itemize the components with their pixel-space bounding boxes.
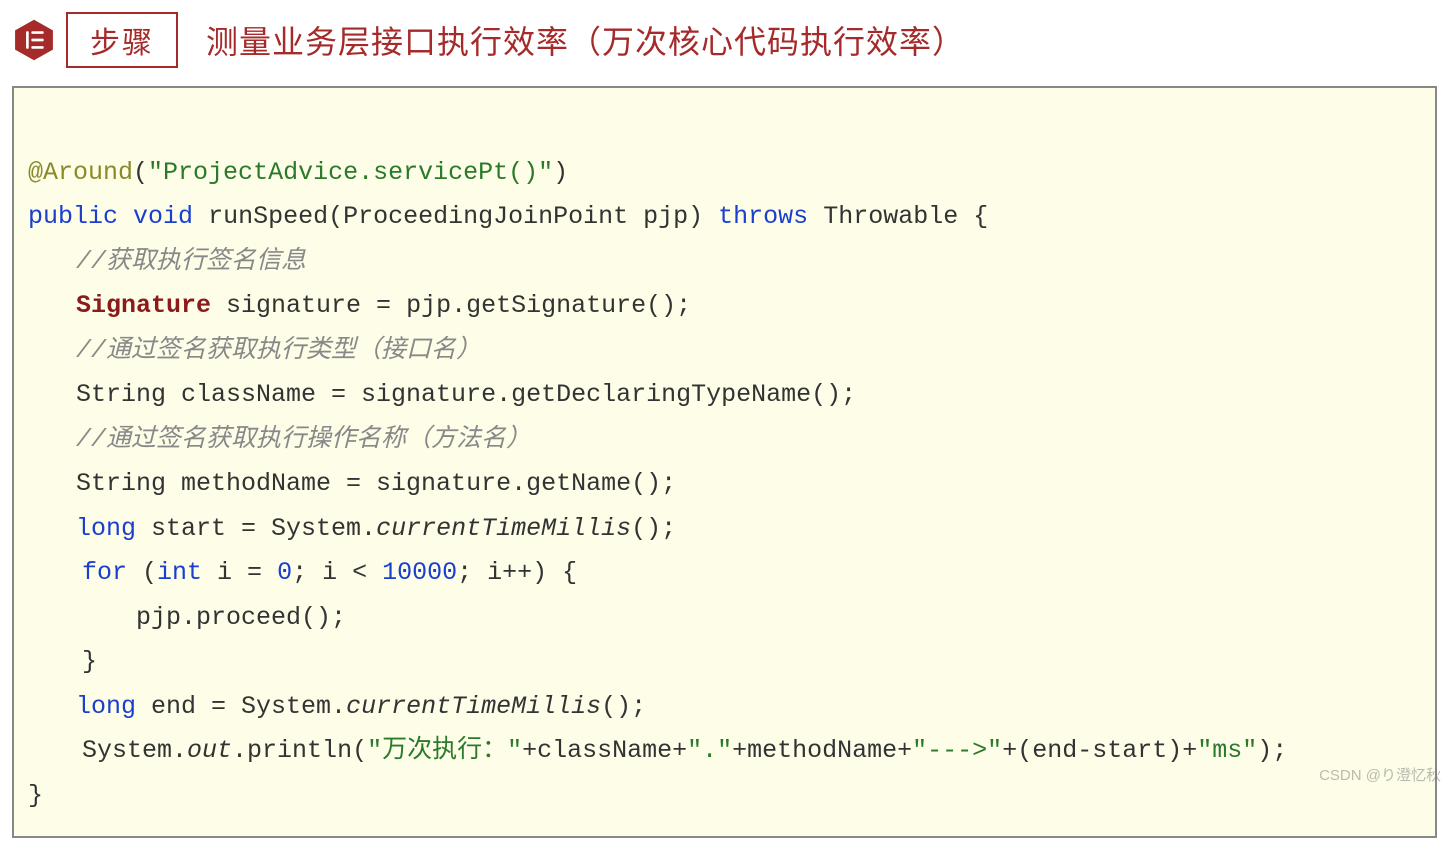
string-token: "ms" xyxy=(1197,736,1257,765)
comment-token: //通过签名获取执行操作名称（方法名） xyxy=(76,425,531,454)
code-line: } xyxy=(28,647,97,676)
type-token: Signature xyxy=(76,291,211,320)
code-line: System.out.println("万次执行："+className+"."… xyxy=(28,736,1287,765)
keyword-token: int xyxy=(157,558,202,587)
keyword-token: long xyxy=(76,692,136,721)
code-line: //获取执行签名信息 xyxy=(28,247,306,276)
code-line: String methodName = signature.getName(); xyxy=(28,469,676,498)
comment-token: //通过签名获取执行类型（接口名） xyxy=(76,336,481,365)
watermark: CSDN @り澄忆秋 xyxy=(1319,764,1441,785)
keyword-token: void xyxy=(133,202,193,231)
code-line: long end = System.currentTimeMillis(); xyxy=(28,692,646,721)
string-token: "ProjectAdvice.servicePt()" xyxy=(148,158,553,187)
keyword-token: for xyxy=(82,558,127,587)
number-token: 0 xyxy=(277,558,292,587)
keyword-token: public xyxy=(28,202,118,231)
header: 步骤 测量业务层接口执行效率（万次核心代码执行效率） xyxy=(12,12,1437,68)
string-token: "." xyxy=(687,736,732,765)
code-line: for (int i = 0; i < 10000; i++) { xyxy=(28,558,577,587)
annotation-token: @Around xyxy=(28,158,133,187)
code-line: //通过签名获取执行操作名称（方法名） xyxy=(28,425,531,454)
step-badge: 步骤 xyxy=(66,12,178,68)
string-token: "万次执行：" xyxy=(367,736,522,765)
code-line: String className = signature.getDeclarin… xyxy=(28,380,856,409)
code-block: @Around("ProjectAdvice.servicePt()") pub… xyxy=(12,86,1437,838)
page-title: 测量业务层接口执行效率（万次核心代码执行效率） xyxy=(206,17,965,63)
keyword-token: throws xyxy=(718,202,808,231)
code-line: @Around("ProjectAdvice.servicePt()") xyxy=(28,158,568,187)
number-token: 10000 xyxy=(382,558,457,587)
code-line: pjp.proceed(); xyxy=(28,603,346,632)
steps-icon xyxy=(12,18,56,62)
code-line: public void runSpeed(ProceedingJoinPoint… xyxy=(28,202,988,231)
keyword-token: long xyxy=(76,514,136,543)
code-line: Signature signature = pjp.getSignature()… xyxy=(28,291,691,320)
code-line: long start = System.currentTimeMillis(); xyxy=(28,514,676,543)
code-line: //通过签名获取执行类型（接口名） xyxy=(28,336,481,365)
comment-token: //获取执行签名信息 xyxy=(76,247,306,276)
string-token: "--->" xyxy=(912,736,1002,765)
code-line: } xyxy=(28,781,43,810)
hexagon-icon xyxy=(12,18,56,62)
